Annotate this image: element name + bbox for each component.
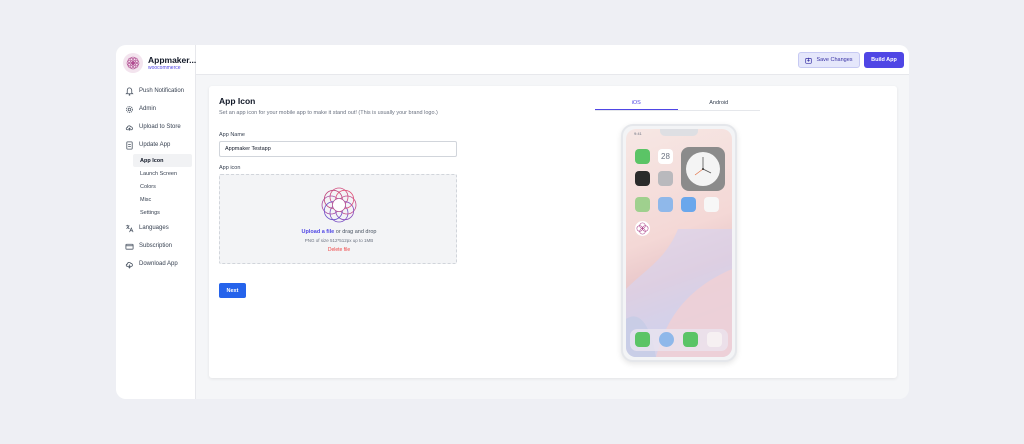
brand[interactable]: Appmaker... woocommerce — [123, 53, 196, 73]
delete-file-link[interactable]: Delete file — [220, 247, 458, 253]
tab-android[interactable]: Android — [678, 97, 761, 110]
reminders-app-icon — [704, 197, 719, 212]
submenu-item-settings[interactable]: Settings — [133, 206, 196, 219]
save-icon — [805, 57, 813, 64]
sidebar-item-label: Subscription — [139, 243, 173, 249]
translate-icon — [124, 223, 134, 233]
calendar-app-icon: 28 — [658, 149, 673, 164]
update-app-submenu: App Icon Launch Screen Colors Misc Setti… — [116, 154, 196, 219]
sidebar-nav: Push Notification Admin Upload to Store … — [116, 82, 196, 273]
sidebar-item-download-app[interactable]: Download App — [116, 255, 196, 273]
sidebar-item-label: Admin — [139, 106, 157, 112]
app-name-label: App Name — [219, 132, 245, 138]
tv-app-icon — [635, 171, 650, 186]
build-app-button[interactable]: Build App — [864, 52, 904, 68]
phone-dock — [630, 329, 728, 351]
submenu-item-misc[interactable]: Misc — [133, 193, 196, 206]
files-app-icon — [658, 197, 673, 212]
sidebar-item-push-notification[interactable]: Push Notification — [116, 82, 196, 100]
gear-icon — [124, 104, 134, 114]
facetime-app-icon — [635, 149, 650, 164]
upload-instructions: Upload a file or drag and drop — [220, 229, 458, 235]
app-icon-card: App Icon Set an app icon for your mobile… — [209, 86, 897, 378]
phone-app-icon — [635, 332, 650, 347]
page-title: App Icon — [219, 96, 256, 106]
upload-file-link[interactable]: Upload a file — [302, 229, 335, 235]
next-button[interactable]: Next — [219, 283, 246, 298]
sidebar-item-subscription[interactable]: Subscription — [116, 237, 196, 255]
sidebar-item-admin[interactable]: Admin — [116, 100, 196, 118]
phone-notch — [660, 129, 698, 136]
sidebar-item-label: Upload to Store — [139, 124, 181, 130]
topbar: Save Changes Build App — [196, 45, 909, 75]
bell-icon — [124, 86, 134, 96]
app-icon-label: App icon — [219, 165, 241, 171]
maps-app-icon — [635, 197, 650, 212]
app-window: Appmaker... woocommerce Push Notificatio… — [116, 45, 909, 399]
brand-logo — [123, 53, 143, 73]
upload-hint: PNG of size 512*512px up to 1MB — [304, 238, 374, 243]
drag-drop-text: or drag and drop — [334, 229, 377, 235]
sidebar-item-upload-to-store[interactable]: Upload to Store — [116, 118, 196, 136]
app-icon-dropzone[interactable]: Upload a file or drag and drop PNG of si… — [219, 174, 457, 264]
save-changes-button[interactable]: Save Changes — [798, 52, 860, 68]
status-time: 9:41 — [634, 131, 642, 136]
document-icon — [124, 140, 134, 150]
custom-app-icon — [635, 221, 650, 236]
sidebar-item-languages[interactable]: Languages — [116, 219, 196, 237]
clock-widget — [681, 147, 725, 191]
sidebar-item-label: Download App — [139, 261, 178, 267]
phone-preview: 9:41 28 — [621, 124, 737, 362]
platform-tabs: iOS Android — [595, 97, 760, 111]
save-changes-label: Save Changes — [816, 57, 853, 63]
cloud-download-icon — [124, 259, 134, 269]
brand-name: Appmaker... — [148, 54, 197, 65]
app-name-input[interactable]: Appmaker Testapp — [219, 141, 457, 157]
cloud-upload-icon — [124, 122, 134, 132]
page-description: Set an app icon for your mobile app to m… — [219, 110, 438, 116]
submenu-item-colors[interactable]: Colors — [133, 180, 196, 193]
credit-card-icon — [124, 241, 134, 251]
music-app-icon — [707, 332, 722, 347]
brand-platform: woocommerce — [148, 64, 181, 71]
mail-app-icon — [681, 197, 696, 212]
camera-app-icon — [658, 171, 673, 186]
messages-app-icon — [683, 332, 698, 347]
phone-screen: 9:41 28 — [626, 129, 732, 357]
sidebar-item-update-app[interactable]: Update App — [116, 136, 196, 154]
sidebar-item-label: Languages — [139, 225, 169, 231]
sidebar-item-label: Update App — [139, 142, 171, 148]
app-icon-preview — [317, 183, 361, 227]
sidebar: Appmaker... woocommerce Push Notificatio… — [116, 45, 196, 399]
submenu-item-launch-screen[interactable]: Launch Screen — [133, 167, 196, 180]
safari-app-icon — [659, 332, 674, 347]
tab-ios[interactable]: iOS — [595, 97, 678, 110]
submenu-item-app-icon[interactable]: App Icon — [133, 154, 192, 167]
sidebar-item-label: Push Notification — [139, 88, 185, 94]
calendar-day: 28 — [661, 152, 670, 161]
